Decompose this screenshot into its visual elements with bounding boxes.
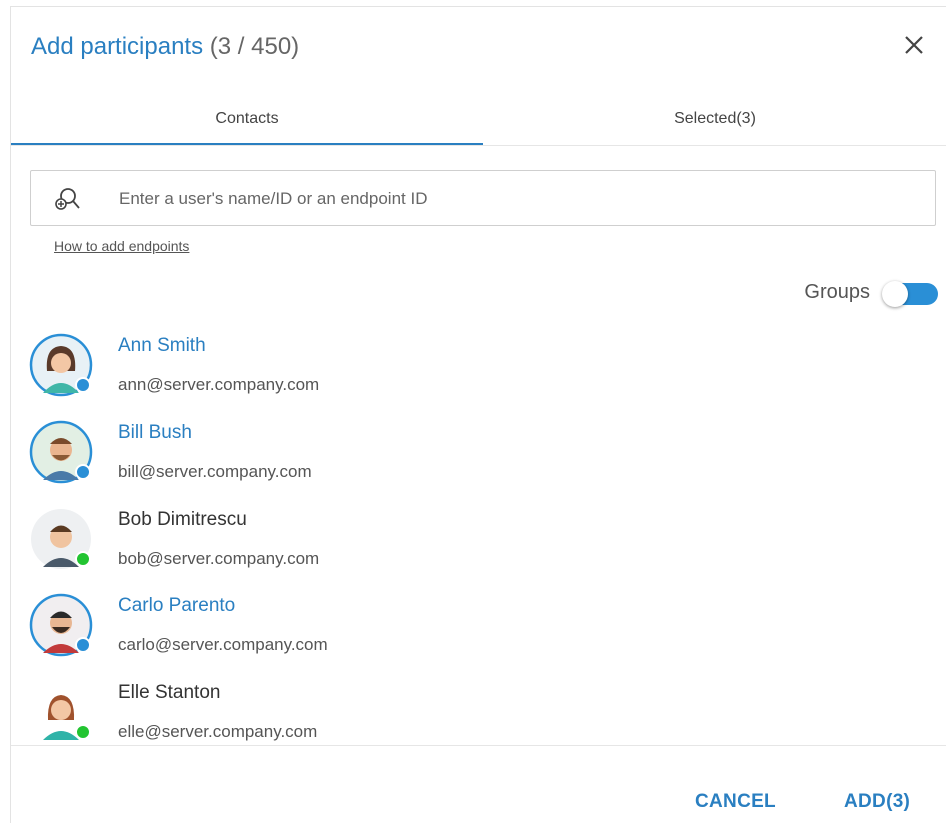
groups-label: Groups <box>804 281 870 303</box>
add-participants-dialog: Add participants (3 / 450) Contacts Sele… <box>10 6 946 823</box>
selected-check-icon <box>75 464 91 480</box>
tab-bar: Contacts Selected(3) <box>11 97 946 146</box>
contact-email: bill@server.company.com <box>118 462 312 481</box>
contact-item[interactable]: Bob Dimitrescu bob@server.company.com <box>11 499 946 585</box>
avatar <box>29 593 93 657</box>
contact-email: elle@server.company.com <box>118 722 318 741</box>
avatar <box>29 507 93 571</box>
participant-count: (3 / 450) <box>209 33 300 60</box>
contact-item[interactable]: Bill Bush bill@server.company.com <box>11 412 946 498</box>
contact-name: Bill Bush <box>118 422 192 443</box>
contact-item[interactable]: Ann Smith ann@server.company.com <box>11 325 946 411</box>
selected-check-icon <box>75 637 91 653</box>
dialog-title-text: Add participants <box>31 33 204 60</box>
contact-email: ann@server.company.com <box>118 375 320 394</box>
contact-name: Bob Dimitrescu <box>118 509 247 530</box>
contact-name: Elle Stanton <box>118 682 221 703</box>
contact-item[interactable]: Elle Stanton elle@server.company.com <box>11 672 946 745</box>
how-to-add-endpoints-link[interactable]: How to add endpoints <box>54 238 189 254</box>
toggle-knob <box>882 281 908 307</box>
cancel-button[interactable]: CANCEL <box>695 791 776 813</box>
online-status-icon <box>75 551 91 567</box>
avatar <box>29 680 93 744</box>
contact-name: Carlo Parento <box>118 595 236 616</box>
search-input[interactable] <box>117 185 901 213</box>
close-icon[interactable] <box>902 33 926 57</box>
add-button[interactable]: ADD(3) <box>844 791 910 813</box>
groups-toggle[interactable] <box>882 281 938 307</box>
search-box <box>30 170 936 226</box>
avatar <box>29 333 93 397</box>
dialog-footer: CANCEL ADD(3) <box>11 745 946 825</box>
tab-selected[interactable]: Selected(3) <box>483 97 946 145</box>
search-user-icon <box>55 187 81 211</box>
contact-item[interactable]: Carlo Parento carlo@server.company.com <box>11 585 946 671</box>
selected-check-icon <box>75 377 91 393</box>
dialog-title: Add participants (3 / 450) <box>31 33 299 61</box>
contact-email: bob@server.company.com <box>118 549 320 568</box>
online-status-icon <box>75 724 91 740</box>
contact-name: Ann Smith <box>118 335 206 356</box>
tab-contacts[interactable]: Contacts <box>11 97 483 145</box>
contact-list: Ann Smith ann@server.company.com Bill Bu… <box>11 325 946 745</box>
contact-email: carlo@server.company.com <box>118 635 328 654</box>
avatar <box>29 420 93 484</box>
